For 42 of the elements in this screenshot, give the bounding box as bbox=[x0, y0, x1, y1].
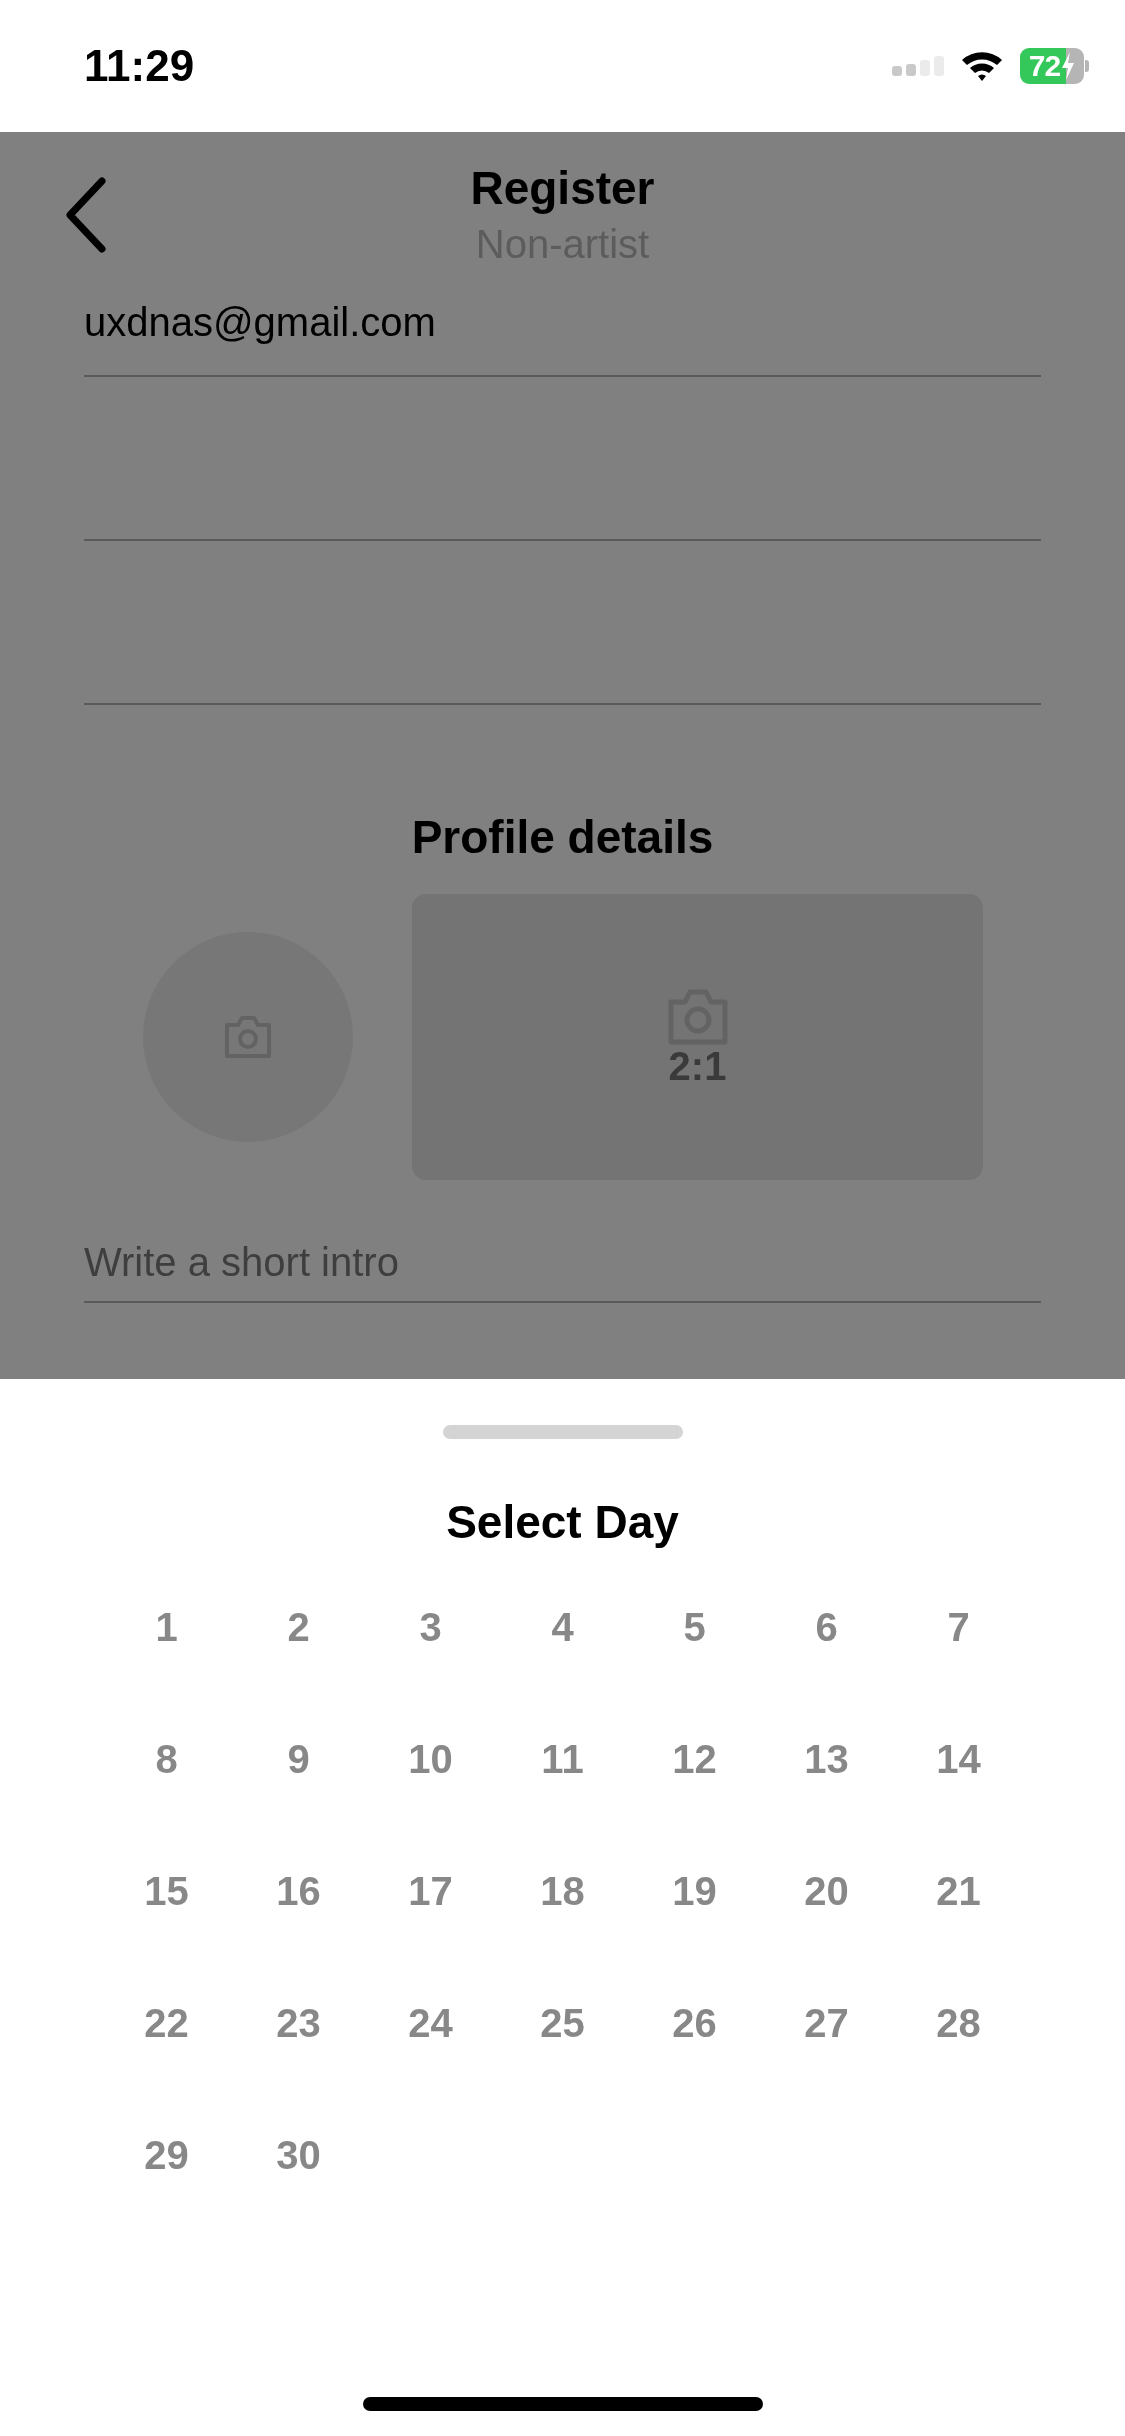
day-option[interactable]: 5 bbox=[628, 1561, 761, 1693]
signal-icon bbox=[892, 56, 944, 76]
section-title: Profile details bbox=[410, 810, 715, 864]
day-option[interactable]: 11 bbox=[496, 1693, 629, 1825]
wifi-icon bbox=[960, 49, 1004, 83]
day-option[interactable]: 15 bbox=[100, 1825, 233, 1957]
day-option[interactable]: 29 bbox=[100, 2089, 233, 2221]
day-option[interactable]: 12 bbox=[628, 1693, 761, 1825]
day-option[interactable]: 14 bbox=[892, 1693, 1025, 1825]
battery-indicator: 72 bbox=[1020, 48, 1084, 84]
page-title: Register bbox=[470, 161, 655, 216]
day-option[interactable]: 6 bbox=[760, 1561, 893, 1693]
day-option[interactable]: 21 bbox=[892, 1825, 1025, 1957]
day-option[interactable]: 28 bbox=[892, 1957, 1025, 2089]
day-option[interactable]: 9 bbox=[232, 1693, 365, 1825]
day-option[interactable]: 1 bbox=[100, 1561, 233, 1693]
banner-upload[interactable]: 2:1 bbox=[412, 894, 983, 1180]
intro-field[interactable]: Write a short intro bbox=[84, 1240, 1041, 1303]
day-option[interactable]: 27 bbox=[760, 1957, 893, 2089]
day-option[interactable]: 19 bbox=[628, 1825, 761, 1957]
sheet-handle[interactable] bbox=[442, 1425, 683, 1439]
day-option[interactable]: 13 bbox=[760, 1693, 893, 1825]
day-option[interactable]: 16 bbox=[232, 1825, 365, 1957]
day-option[interactable]: 23 bbox=[232, 1957, 365, 2089]
day-option[interactable]: 26 bbox=[628, 1957, 761, 2089]
day-option[interactable]: 25 bbox=[496, 1957, 629, 2089]
day-option[interactable]: 7 bbox=[892, 1561, 1025, 1693]
day-option[interactable]: 18 bbox=[496, 1825, 629, 1957]
day-option[interactable]: 10 bbox=[364, 1693, 497, 1825]
day-option[interactable]: 3 bbox=[364, 1561, 497, 1693]
day-option[interactable]: 17 bbox=[364, 1825, 497, 1957]
day-option[interactable]: 30 bbox=[232, 2089, 365, 2221]
sheet-title: Select Day bbox=[446, 1495, 679, 1549]
day-option[interactable]: 20 bbox=[760, 1825, 893, 1957]
day-option[interactable]: 2 bbox=[232, 1561, 365, 1693]
day-option[interactable]: 22 bbox=[100, 1957, 233, 2089]
status-time: 11:29 bbox=[84, 41, 195, 91]
day-option[interactable]: 24 bbox=[364, 1957, 497, 2089]
email-field[interactable]: uxdnas@gmail.com bbox=[84, 297, 1041, 377]
day-option[interactable]: 8 bbox=[100, 1693, 233, 1825]
day-option[interactable]: 4 bbox=[496, 1561, 629, 1693]
back-chevron-icon[interactable] bbox=[64, 177, 108, 253]
